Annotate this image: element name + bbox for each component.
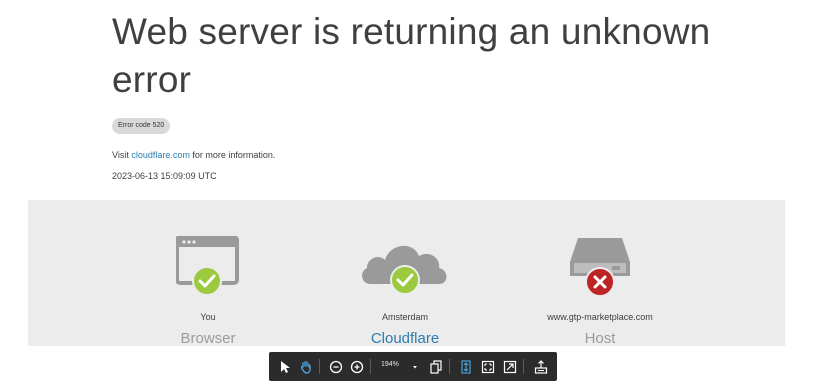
hand-tool-icon [300,360,311,374]
visit-prefix: Visit [112,150,132,160]
hand-tool-button[interactable] [296,357,315,376]
zoom-in-icon [350,360,363,373]
copy-pages-button[interactable] [426,357,445,376]
select-arrow-icon [280,360,290,373]
page-title: Web server is returning an unknown error [112,11,711,100]
node-type: Browser [180,330,236,346]
toolbar-divider [319,359,320,374]
export-button[interactable] [531,357,550,376]
fit-height-button[interactable] [456,357,475,376]
viewer-toolbar: 194% [269,352,557,381]
node-location: www.gtp-marketplace.com [547,312,653,322]
export-icon [534,359,547,374]
toolbar-divider [523,359,524,374]
fit-page-icon [481,360,494,373]
error-code-badge: Error code 520 [112,118,171,134]
zoom-in-button[interactable] [347,357,366,376]
copy-pages-icon [429,359,442,374]
node-location: Amsterdam [381,312,428,322]
browser-icon [176,236,239,296]
timestamp: 2023-06-13 15:09:09 UTC [112,171,217,181]
error-page: Web server is returning an unknown error… [0,0,830,387]
ok-check-icon [390,265,420,295]
fit-width-icon [503,360,516,373]
zoom-out-icon [329,360,342,373]
node-type: Host [584,330,616,346]
zoom-dropdown-button[interactable] [405,357,424,376]
node-location: You [200,312,216,322]
server-icon [570,238,630,297]
chevron-down-icon [412,365,417,368]
zoom-out-button[interactable] [326,357,345,376]
cloud-icon [362,245,447,295]
fit-height-icon [460,359,471,374]
ok-check-icon [192,266,222,296]
select-tool-button[interactable] [275,357,294,376]
fit-page-button[interactable] [478,357,497,376]
visit-info-text: Visit cloudflare.com for more informatio… [112,149,275,161]
cloudflare-link[interactable]: cloudflare.com [131,150,190,160]
zoom-level[interactable]: 194% [381,361,399,368]
fit-width-button[interactable] [500,357,519,376]
visit-suffix: for more information. [189,150,276,160]
node-type-link[interactable]: Cloudflare [305,330,505,346]
toolbar-divider [449,359,450,374]
status-panel: You Browser Amsterdam Cloudflare www.gtp… [28,200,785,346]
toolbar-divider [370,359,371,374]
